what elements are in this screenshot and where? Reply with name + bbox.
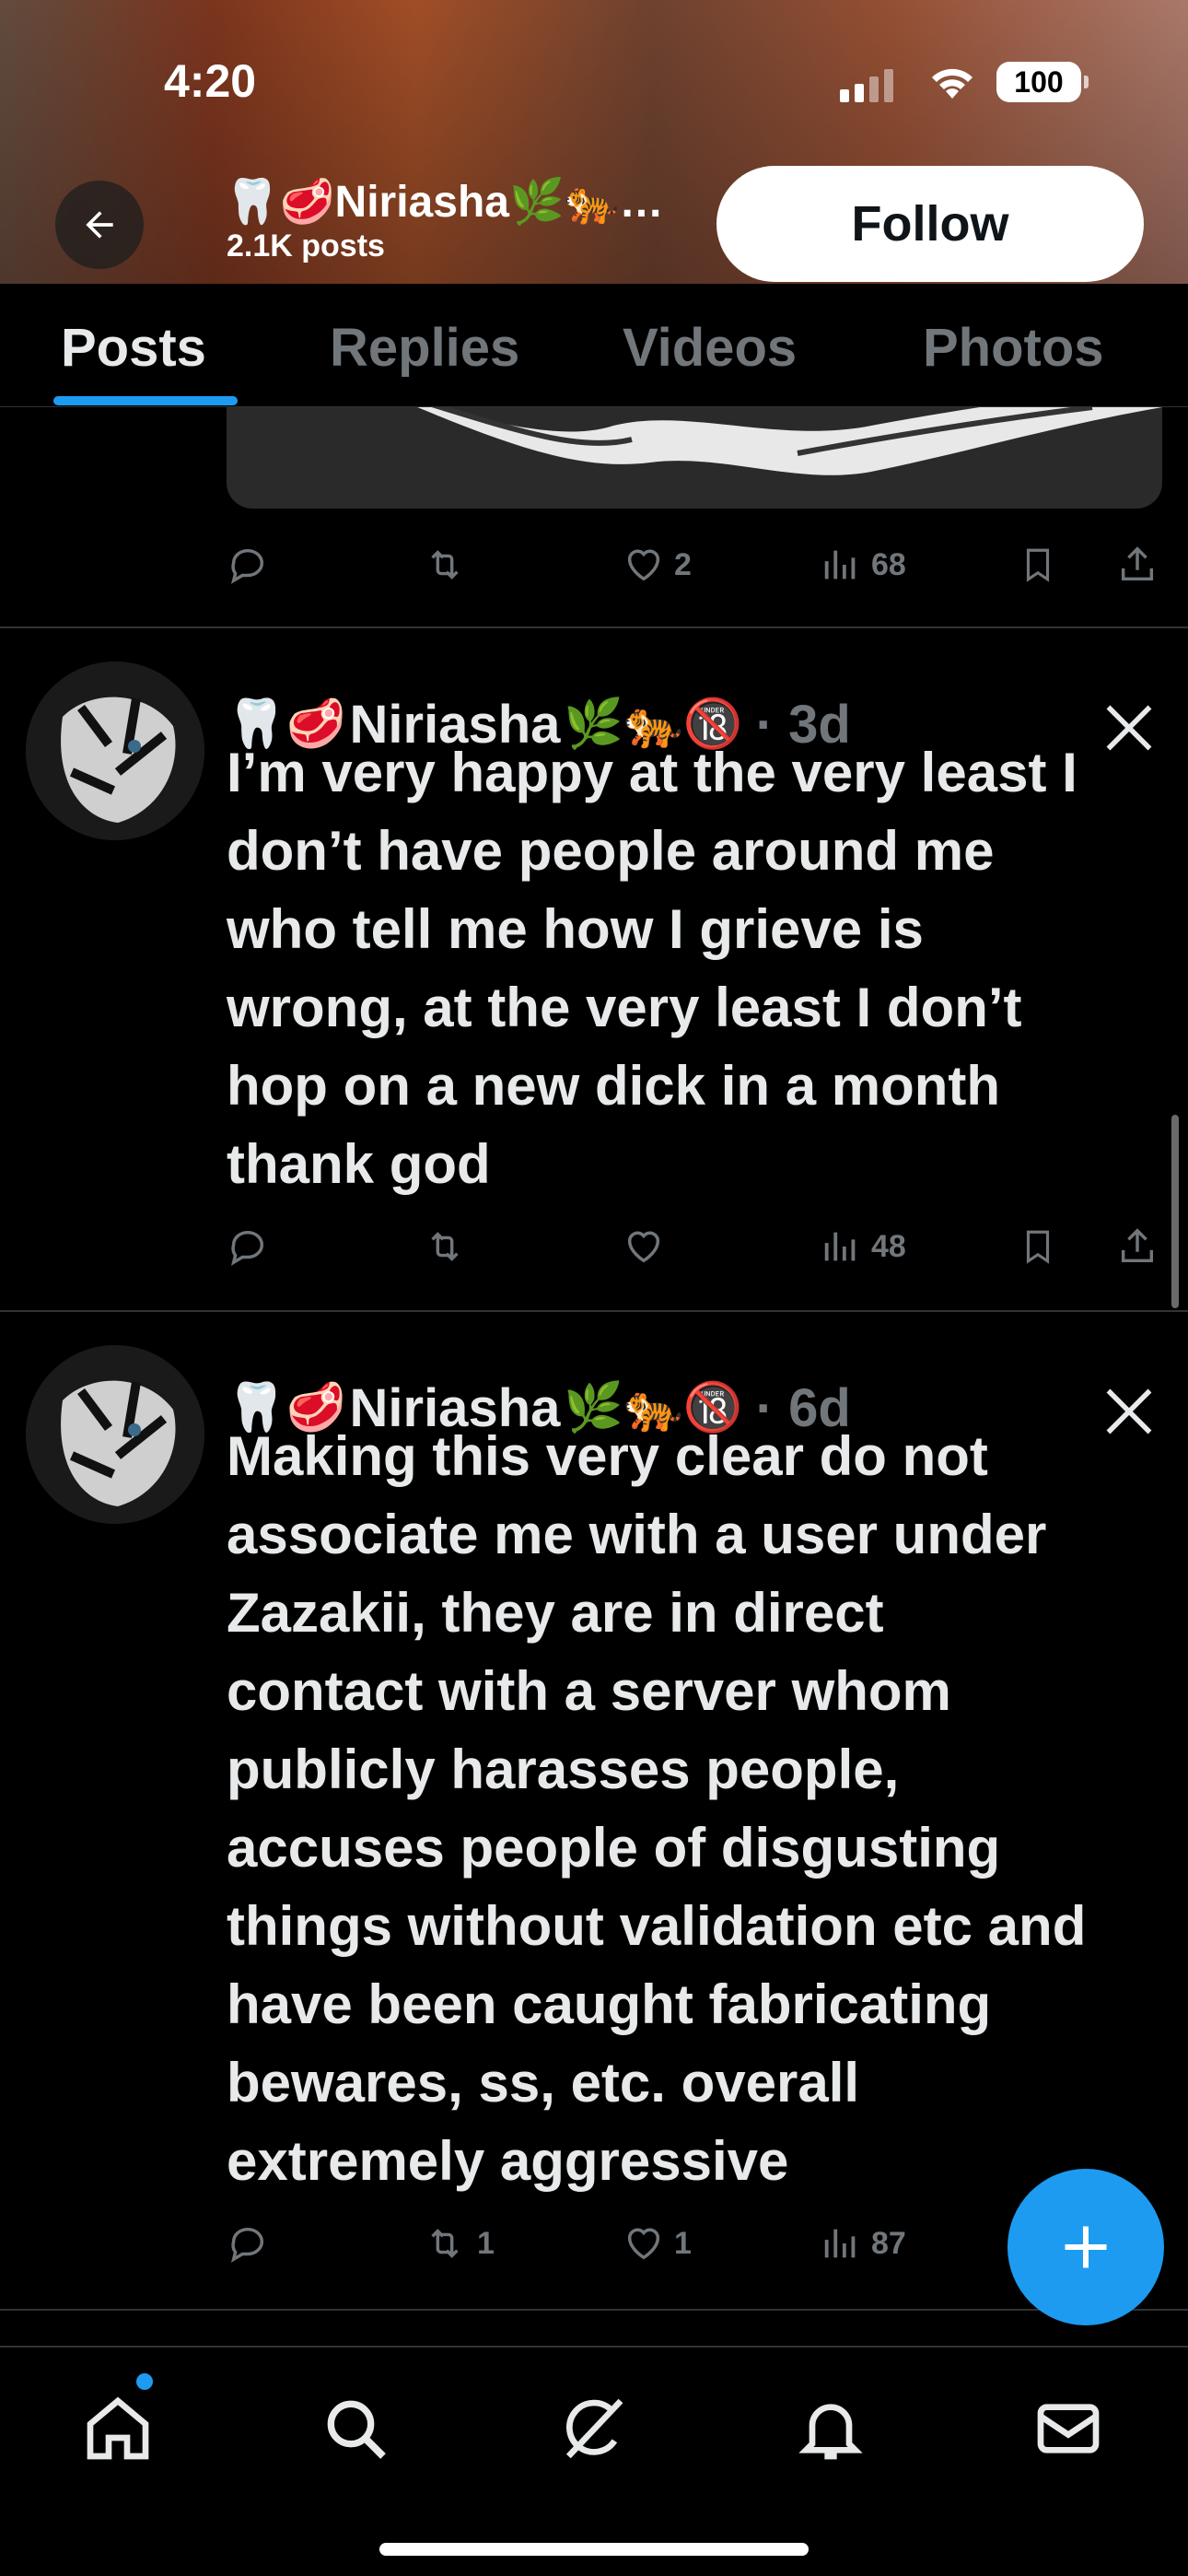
notification-dot [136,2373,153,2390]
view-count: 48 [871,1228,906,1264]
cellular-signal-icon [840,69,893,102]
tab-photos[interactable]: Photos [923,317,1104,379]
view-count: 68 [871,546,906,582]
repost-count: 1 [477,2225,495,2261]
battery-indicator: 100 [996,62,1089,102]
profile-tabs: Posts Replies Videos Photos [0,284,1188,407]
status-time: 4:20 [164,55,257,107]
avatar[interactable] [26,1345,204,1524]
reply-icon [230,2227,264,2263]
repost-icon [431,550,459,580]
views-icon [824,1232,856,1261]
bottom-navigation [0,2346,1188,2576]
share-icon [1121,1228,1154,1263]
like-button[interactable]: 2 [623,544,692,586]
profile-display-name: 🦷🥩Niriasha🌿🐅… [225,178,664,227]
home-indicator[interactable] [379,2543,809,2556]
repost-button[interactable]: 1 [422,2222,495,2265]
status-bar: 4:20 100 [0,51,1188,110]
views-button[interactable]: 68 [820,544,906,586]
share-button[interactable] [1116,544,1159,586]
avatar-image [26,662,204,840]
reply-button[interactable] [227,1225,278,1268]
bookmark-icon [1026,548,1050,582]
post-divider [0,2309,1188,2311]
bookmark-button[interactable] [1019,544,1057,586]
reply-icon [230,548,264,584]
feed-scrollbar[interactable] [1171,1115,1179,1308]
repost-button[interactable] [422,1225,477,1268]
profile-header: 4:20 100 🦷🥩Niriasha🌿🐅… 2.1K posts Follow [0,0,1188,284]
like-button[interactable]: 1 [623,2222,692,2265]
compose-post-button[interactable] [1007,2169,1164,2325]
reply-button[interactable] [227,2222,278,2265]
post-media-image[interactable] [227,407,1162,509]
tab-posts[interactable]: Posts [61,317,206,379]
repost-button[interactable] [422,544,468,586]
views-icon [824,2229,856,2258]
post-divider [0,626,1188,628]
grok-nav-icon[interactable] [556,2392,630,2465]
back-button[interactable] [55,181,144,269]
tab-replies[interactable]: Replies [330,317,519,379]
heart-icon [627,549,660,581]
heart-icon [627,1231,660,1263]
bookmark-button[interactable] [1019,1225,1057,1268]
follow-button[interactable]: Follow [716,166,1144,282]
share-button[interactable] [1116,1225,1159,1268]
active-tab-indicator [53,396,238,405]
avatar-image [26,1345,204,1524]
search-icon[interactable] [319,2392,392,2465]
wifi-icon [932,68,973,99]
media-illustration [417,407,1162,475]
views-button[interactable]: 48 [820,1225,906,1268]
post-text: I’m very happy at the very least I don’t… [227,742,1077,1195]
repost-icon [431,1232,459,1261]
like-button[interactable] [623,1225,674,1268]
post-actions: 48 [227,1225,1166,1281]
tab-videos[interactable]: Videos [623,317,797,379]
repost-icon [431,2229,459,2258]
reply-button[interactable] [227,544,269,586]
mail-icon[interactable] [1031,2392,1105,2465]
post-text: Making this very clear do not associate … [227,1425,1087,2192]
home-icon[interactable] [81,2392,155,2465]
avatar[interactable] [26,662,204,840]
bell-icon[interactable] [794,2392,868,2465]
like-count: 1 [674,2225,692,2261]
profile-post-count: 2.1K posts [227,228,385,263]
views-button[interactable]: 87 [820,2222,906,2265]
arrow-left-icon [86,211,113,239]
post-feed[interactable]: 2 68 🦷🥩 Niriasha 🌿🐅🔞 · 3d I’m very happy… [0,407,1188,2342]
plus-icon [1065,2226,1107,2268]
share-icon [1121,546,1154,581]
heart-icon [627,2228,660,2260]
post-actions: 2 68 [227,544,1166,599]
post-divider [0,1310,1188,1312]
bookmark-icon [1026,1230,1050,1264]
reply-icon [230,1230,264,1266]
views-icon [824,550,856,580]
like-count: 2 [674,546,692,582]
view-count: 87 [871,2225,906,2261]
